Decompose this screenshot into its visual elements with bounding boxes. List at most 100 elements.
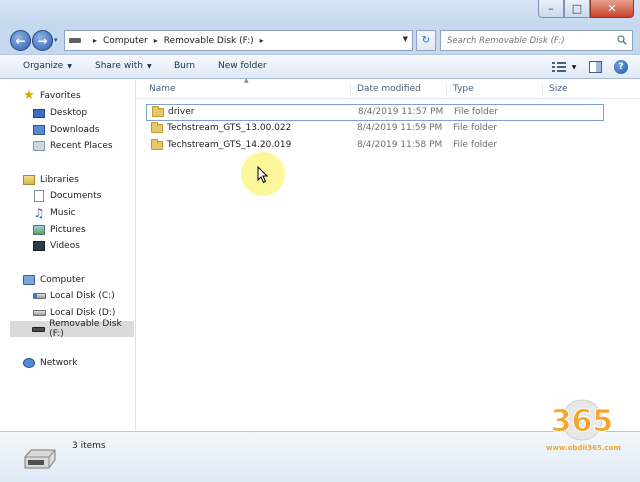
- sidebar-favorites-label: Favorites: [40, 91, 81, 101]
- maximize-icon: □: [571, 2, 583, 15]
- chevron-down-icon: ▼: [67, 62, 72, 70]
- back-arrow-icon: ←: [15, 33, 26, 48]
- column-header-name[interactable]: Name: [143, 83, 351, 97]
- refresh-icon: ↻: [421, 35, 431, 46]
- sidebar-item-removable-disk[interactable]: Removable Disk (F:): [10, 319, 134, 339]
- column-header-type[interactable]: Type: [447, 83, 543, 97]
- view-options-dropdown[interactable]: ▼: [570, 59, 578, 75]
- file-name: Techstream_GTS_14.20.019: [167, 140, 292, 150]
- title-bar: – □ ✕: [0, 0, 640, 26]
- file-row[interactable]: Techstream_GTS_14.20.019 8/4/2019 11:58 …: [146, 138, 604, 155]
- preview-pane-button[interactable]: [586, 59, 604, 75]
- computer-icon: [22, 274, 36, 286]
- sidebar-computer-label: Computer: [40, 275, 85, 285]
- address-bar[interactable]: ▸ Computer ▸ Removable Disk (F:) ▸ ▼: [64, 30, 413, 51]
- breadcrumb-computer[interactable]: Computer: [103, 36, 148, 46]
- minimize-icon: –: [548, 2, 554, 15]
- column-header-size[interactable]: Size: [543, 83, 613, 97]
- view-controls: ▼ ?: [542, 59, 630, 75]
- sidebar-item-label: Desktop: [50, 108, 88, 118]
- breadcrumb-separator[interactable]: ▸: [154, 36, 158, 45]
- obdii365-logo: 365: [550, 399, 614, 441]
- file-date: 8/4/2019 11:59 PM: [357, 123, 443, 133]
- close-button[interactable]: ✕: [590, 0, 634, 18]
- preview-pane-icon: [588, 61, 602, 73]
- recent-places-icon: [32, 140, 46, 152]
- item-count: 3 items: [72, 441, 106, 451]
- pictures-icon: [32, 224, 46, 236]
- sidebar-libraries-label: Libraries: [40, 175, 79, 185]
- removable-drive-icon: [69, 38, 81, 43]
- address-dropdown-icon[interactable]: ▼: [403, 35, 408, 43]
- documents-icon: [32, 190, 46, 202]
- share-with-label: Share with: [95, 61, 143, 71]
- file-date: 8/4/2019 11:57 PM: [358, 107, 444, 117]
- downloads-icon: [32, 124, 46, 136]
- organize-button[interactable]: Organize ▼: [23, 61, 72, 71]
- navigation-pane: ★ Favorites Desktop Downloads Recent Pla…: [0, 80, 136, 430]
- sidebar-item-label: Pictures: [50, 225, 86, 235]
- mouse-pointer-icon: [257, 166, 269, 184]
- file-row[interactable]: driver 8/4/2019 11:57 PM File folder: [146, 104, 604, 121]
- sidebar-item-label: Recent Places: [50, 141, 113, 151]
- navigation-bar: ← → ▾ ▸ Computer ▸ Removable Disk (F:) ▸…: [0, 26, 640, 54]
- share-with-button[interactable]: Share with ▼: [95, 61, 152, 71]
- minimize-button[interactable]: –: [538, 0, 564, 18]
- file-name: driver: [168, 107, 195, 117]
- sidebar-item-label: Music: [50, 208, 76, 218]
- file-type: File folder: [453, 140, 498, 150]
- file-name: Techstream_GTS_13.00.022: [167, 123, 292, 133]
- change-view-button[interactable]: [550, 59, 568, 75]
- libraries-icon: [22, 174, 36, 186]
- folder-icon: [151, 139, 163, 150]
- forward-arrow-icon: →: [37, 33, 48, 48]
- sidebar-item-label: Local Disk (D:): [50, 308, 116, 318]
- removable-drive-icon: [32, 323, 46, 335]
- breadcrumb-separator[interactable]: ▸: [93, 36, 97, 45]
- search-input[interactable]: [447, 35, 612, 46]
- folder-icon: [152, 106, 164, 117]
- organize-label: Organize: [23, 61, 64, 71]
- new-folder-button[interactable]: New folder: [218, 61, 267, 71]
- file-type: File folder: [453, 123, 498, 133]
- logo-text: 365: [551, 404, 614, 439]
- burn-label: Burn: [174, 61, 196, 71]
- breadcrumb-separator[interactable]: ▸: [260, 36, 264, 45]
- help-icon: ?: [614, 60, 628, 74]
- new-folder-label: New folder: [218, 61, 267, 71]
- star-icon: ★: [23, 88, 35, 103]
- file-row[interactable]: Techstream_GTS_13.00.022 8/4/2019 11:59 …: [146, 121, 604, 138]
- breadcrumb-removable-disk[interactable]: Removable Disk (F:): [164, 36, 254, 46]
- back-button[interactable]: ←: [10, 30, 31, 51]
- column-header-date-modified[interactable]: Date modified: [351, 83, 447, 97]
- command-bar: Organize ▼ Share with ▼ Burn New folder ▼ …: [0, 54, 640, 79]
- sidebar-item-label: Documents: [50, 191, 102, 201]
- recent-pages-dropdown[interactable]: ▾: [54, 36, 62, 44]
- network-icon: [22, 357, 36, 369]
- refresh-button[interactable]: ↻: [416, 30, 436, 51]
- sidebar-item-label: Videos: [50, 241, 80, 251]
- breadcrumb: ▸ Computer ▸ Removable Disk (F:) ▸: [87, 36, 270, 46]
- view-list-icon: [552, 62, 566, 72]
- forward-button[interactable]: →: [32, 30, 53, 51]
- close-icon: ✕: [607, 2, 617, 15]
- search-box[interactable]: [440, 30, 633, 51]
- search-icon[interactable]: [617, 35, 627, 45]
- removable-drive-icon: [24, 449, 56, 469]
- file-list-pane: ▲ Name Date modified Type Size driver 8/…: [137, 77, 640, 430]
- window-controls: – □ ✕: [538, 0, 634, 18]
- chevron-down-icon: ▼: [146, 62, 152, 70]
- sidebar-network-label: Network: [40, 358, 78, 368]
- help-button[interactable]: ?: [612, 59, 630, 75]
- maximize-button[interactable]: □: [564, 0, 590, 18]
- hard-drive-icon: [32, 307, 46, 319]
- burn-button[interactable]: Burn: [174, 61, 195, 71]
- music-icon: ♫: [33, 206, 45, 220]
- sidebar-item-label: Downloads: [50, 125, 100, 135]
- watermark-url: www.obdii365.com: [546, 444, 621, 452]
- file-type: File folder: [454, 107, 499, 117]
- sidebar-item-label: Removable Disk (F:): [49, 319, 122, 339]
- file-date: 8/4/2019 11:58 PM: [357, 140, 443, 150]
- column-headers: ▲ Name Date modified Type Size: [137, 77, 640, 99]
- windows-drive-icon: [32, 290, 46, 302]
